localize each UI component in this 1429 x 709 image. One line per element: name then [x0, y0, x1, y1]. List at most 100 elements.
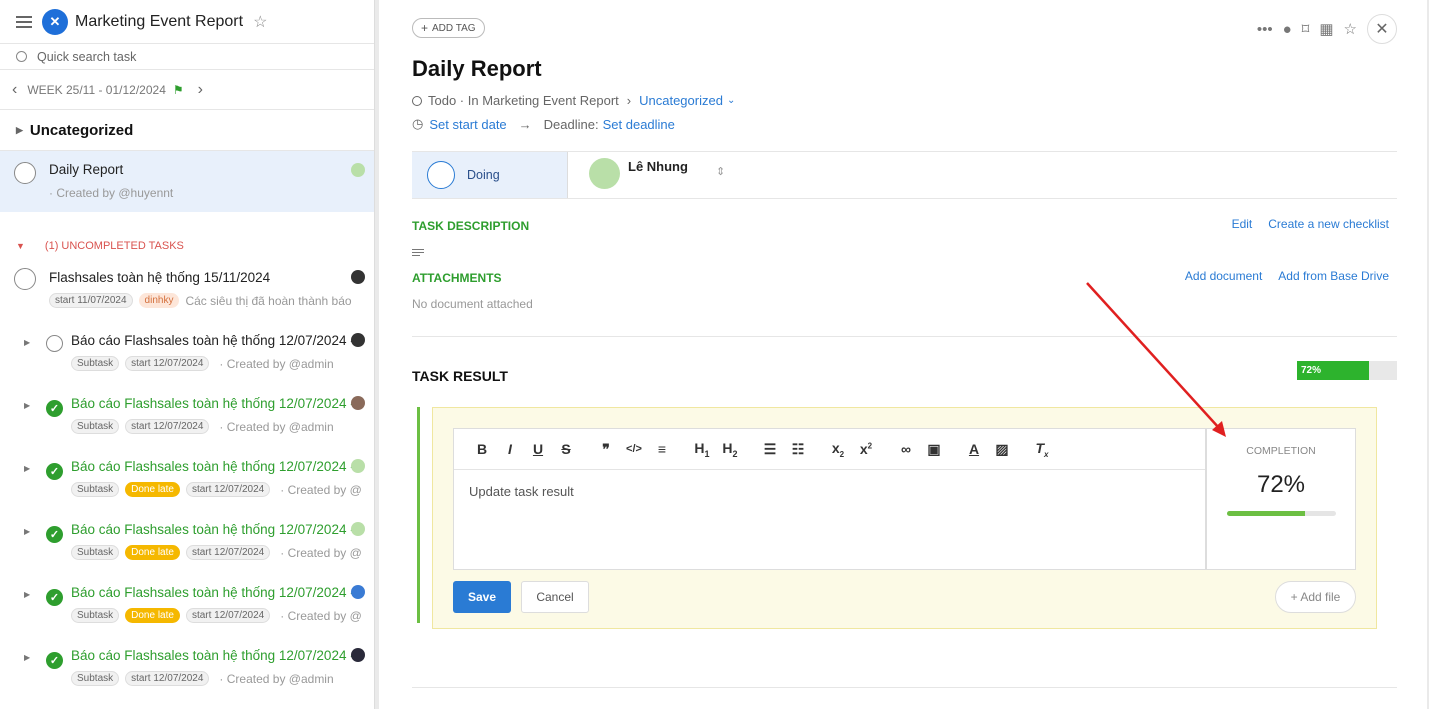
- task-status-circle[interactable]: [46, 335, 63, 352]
- completion-value[interactable]: 72%: [1207, 471, 1355, 499]
- assignee-selector[interactable]: Lê Nhung ⇕: [589, 158, 725, 189]
- done-check-icon[interactable]: ✓: [46, 526, 63, 543]
- subtask-meta: Subtask Done late start 12/07/2024 · Create…: [71, 608, 362, 623]
- assignee-name: Lê Nhung: [628, 159, 688, 174]
- status-selector[interactable]: Doing: [412, 152, 568, 198]
- search-input[interactable]: Quick search task: [0, 44, 374, 70]
- set-deadline-link[interactable]: Set deadline: [603, 117, 675, 132]
- task-status-circle[interactable]: [14, 162, 36, 184]
- task-title[interactable]: Flashsales toàn hệ thống 15/11/2024: [49, 270, 270, 285]
- done-check-icon[interactable]: ✓: [46, 400, 63, 417]
- divider: [412, 687, 1397, 688]
- created-by: · Created by @admin: [219, 356, 334, 371]
- category-header[interactable]: ▶ Uncategorized: [0, 110, 374, 150]
- save-button[interactable]: Save: [453, 581, 511, 613]
- create-checklist-link[interactable]: Create a new checklist: [1268, 217, 1389, 231]
- chevron-right-icon[interactable]: ›: [198, 81, 203, 99]
- caret-right-icon: ▶: [16, 124, 23, 135]
- done-late-badge: Done late: [125, 608, 180, 623]
- done-check-icon[interactable]: ✓: [46, 463, 63, 480]
- uncompleted-tasks-toggle[interactable]: ▼ (1) UNCOMPLETED TASKS: [16, 240, 184, 252]
- add-from-drive-link[interactable]: Add from Base Drive: [1278, 269, 1389, 283]
- bookmark-icon[interactable]: ⌑: [1302, 20, 1310, 38]
- more-icon[interactable]: •••: [1257, 21, 1273, 38]
- todo-status-icon: [412, 95, 422, 106]
- link-icon[interactable]: ∞: [892, 441, 920, 457]
- align-icon[interactable]: ≡: [648, 441, 676, 457]
- start-date-tag: start 11/07/2024: [49, 293, 133, 308]
- bold-icon[interactable]: B: [468, 441, 496, 457]
- subscript-icon[interactable]: x2: [824, 440, 852, 459]
- start-date-tag: start 12/07/2024: [185, 608, 271, 623]
- avatar: [351, 459, 365, 473]
- category-dropdown[interactable]: Uncategorized: [639, 93, 723, 108]
- caret-right-icon[interactable]: ▶: [24, 527, 30, 536]
- set-start-date-link[interactable]: Set start date: [429, 117, 506, 132]
- avatar: [351, 163, 365, 177]
- calendar-icon[interactable]: ▦: [1319, 20, 1333, 38]
- task-status-circle[interactable]: [14, 268, 36, 290]
- heading1-icon[interactable]: H1: [688, 440, 716, 459]
- menu-icon[interactable]: [16, 15, 32, 28]
- image-icon[interactable]: ▣: [920, 441, 948, 458]
- caret-right-icon[interactable]: ▶: [24, 338, 30, 347]
- up-down-icon[interactable]: ⇕: [716, 165, 725, 178]
- caret-right-icon[interactable]: ▶: [24, 590, 30, 599]
- highlight-icon[interactable]: ▨: [988, 441, 1016, 458]
- deadline-label: Deadline:: [543, 116, 599, 132]
- progress-fill: 72%: [1297, 361, 1369, 380]
- cancel-button[interactable]: Cancel: [521, 581, 589, 613]
- add-tag-button[interactable]: + ADD TAG: [412, 18, 485, 38]
- subtask-title[interactable]: Báo cáo Flashsales toàn hệ thống 12/07/2…: [71, 459, 355, 474]
- text-color-icon[interactable]: A: [960, 441, 988, 457]
- task-item-selected[interactable]: Daily Report · Created by @huyennt: [0, 150, 374, 212]
- subtask-title[interactable]: Báo cáo Flashsales toàn hệ thống 12/07/2…: [71, 396, 355, 411]
- add-document-link[interactable]: Add document: [1185, 269, 1262, 283]
- star-icon[interactable]: ☆: [253, 12, 267, 32]
- completion-panel[interactable]: COMPLETION 72%: [1206, 428, 1356, 570]
- underline-icon[interactable]: U: [524, 441, 552, 457]
- superscript-icon[interactable]: x2: [852, 441, 880, 457]
- star-icon[interactable]: ☆: [1344, 20, 1357, 38]
- caret-right-icon[interactable]: ▶: [24, 653, 30, 662]
- italic-icon[interactable]: I: [496, 441, 524, 457]
- caret-right-icon[interactable]: ▶: [24, 464, 30, 473]
- close-icon[interactable]: ✕: [1367, 14, 1397, 44]
- quote-icon[interactable]: ❞: [592, 441, 620, 458]
- strikethrough-icon[interactable]: S: [552, 441, 580, 457]
- subtask-title[interactable]: Báo cáo Flashsales toàn hệ thống 12/07/2…: [71, 585, 355, 600]
- created-by: · Created by @: [280, 482, 362, 497]
- avatar: [351, 522, 365, 536]
- caret-right-icon[interactable]: ▶: [24, 401, 30, 410]
- heading2-icon[interactable]: H2: [716, 440, 744, 459]
- code-icon[interactable]: </>: [620, 443, 648, 455]
- week-label[interactable]: WEEK 25/11 - 01/12/2024: [27, 83, 166, 97]
- chevron-down-icon[interactable]: ⌄: [727, 95, 735, 106]
- subtask-title[interactable]: Báo cáo Flashsales toàn hệ thống 12/07/2…: [71, 522, 355, 537]
- subtask-title[interactable]: Báo cáo Flashsales toàn hệ thống 12/07/2…: [71, 333, 355, 348]
- ordered-list-icon[interactable]: ☰: [756, 441, 784, 458]
- done-check-icon[interactable]: ✓: [46, 589, 63, 606]
- editor-content[interactable]: Update task result: [454, 470, 1205, 513]
- subtask-tag: Subtask: [71, 545, 120, 560]
- add-file-button[interactable]: + Add file: [1275, 581, 1356, 613]
- clear-format-icon[interactable]: Tx: [1028, 440, 1056, 459]
- chevron-right-icon: ›: [626, 93, 632, 108]
- alert-icon[interactable]: ●: [1283, 21, 1292, 38]
- subtask-title[interactable]: Báo cáo Flashsales toàn hệ thống 12/07/2…: [71, 648, 355, 663]
- subtask-tag: Subtask: [71, 608, 120, 623]
- done-check-icon[interactable]: ✓: [46, 652, 63, 669]
- completion-slider[interactable]: [1226, 511, 1336, 516]
- description-actions: Edit Create a new checklist: [1232, 217, 1389, 231]
- avatar: [351, 648, 365, 662]
- edit-link[interactable]: Edit: [1232, 217, 1253, 231]
- start-date-tag: start 12/07/2024: [125, 671, 210, 686]
- bullet-list-icon[interactable]: ☷: [784, 441, 812, 458]
- date-line: ◷ Set start date → Deadline: Set deadlin…: [412, 116, 675, 132]
- description-icon: [412, 249, 424, 256]
- result-accent-bar: [417, 407, 420, 623]
- task-description-preview: Các siêu thị đã hoàn thành báo: [185, 293, 352, 308]
- chevron-left-icon[interactable]: ‹: [12, 81, 17, 99]
- task-detail-title[interactable]: Daily Report: [412, 56, 542, 82]
- recurring-tag: dinhky: [138, 293, 180, 308]
